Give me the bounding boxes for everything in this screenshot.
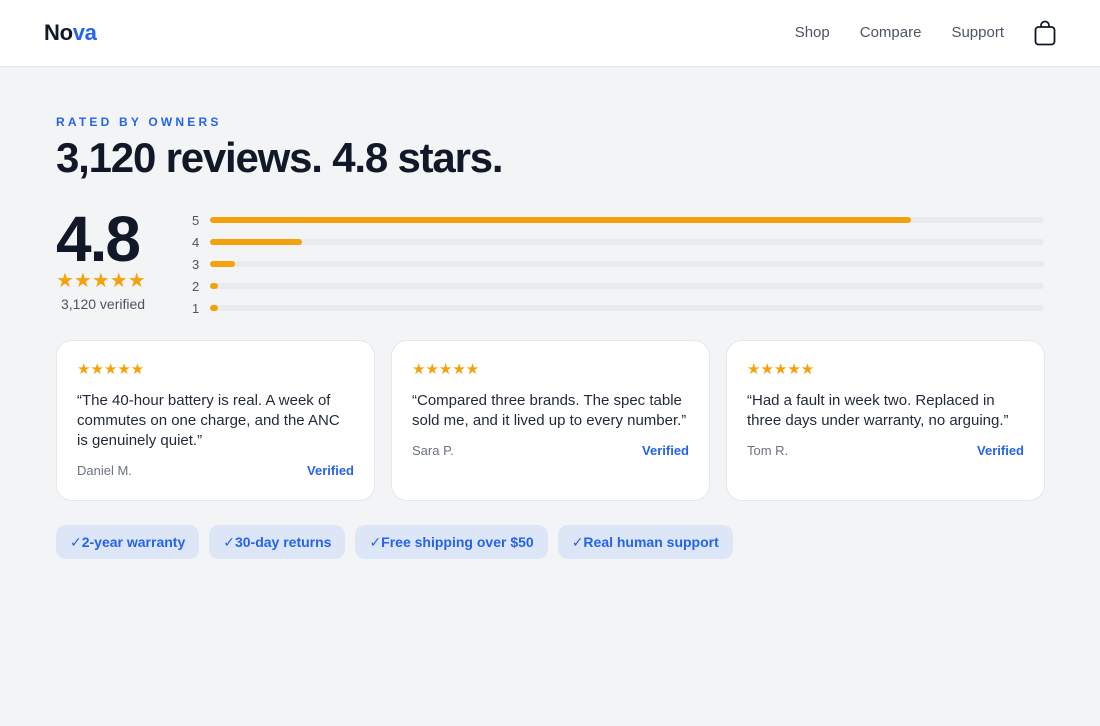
rating-row-label: 1	[192, 300, 200, 316]
review-stars-icon: ★★★★★	[412, 361, 480, 378]
brand-logo[interactable]: Nova	[44, 20, 97, 46]
rating-bar-track	[210, 239, 1044, 245]
page-title: 3,120 reviews. 4.8 stars.	[56, 134, 504, 181]
review-quote: “Compared three brands. The spec table s…	[412, 392, 687, 429]
nav-link-shop[interactable]: Shop	[795, 18, 830, 48]
review-cards: ★★★★★ “The 40-hour battery is real. A we…	[56, 340, 1045, 501]
rating-distribution: 5 4 3 2 1	[192, 209, 1044, 319]
rating-bar-fill	[210, 261, 236, 267]
rating-row-3: 3	[192, 253, 1044, 275]
verified-badge: Verified	[642, 443, 689, 458]
average-rating-stars-icon: ★★★★★	[56, 270, 146, 292]
rating-bar-track	[210, 283, 1044, 289]
chip-support: ✓Real human support	[557, 525, 733, 559]
rating-bar-track	[210, 217, 1044, 223]
average-rating-score: 4.8	[56, 203, 141, 275]
nav-link-compare[interactable]: Compare	[860, 18, 922, 48]
review-footer: Sara P. Verified	[412, 443, 689, 458]
trust-badges: ✓2-year warranty ✓30-day returns ✓Free s…	[56, 525, 743, 559]
main-nav: Shop Compare Support	[795, 18, 1056, 48]
shopping-bag-icon[interactable]	[1034, 20, 1056, 46]
review-quote: “Had a fault in week two. Replaced in th…	[747, 392, 1009, 429]
rating-bar-fill	[210, 283, 219, 289]
rating-row-1: 1	[192, 297, 1044, 319]
chip-warranty: ✓2-year warranty	[56, 525, 200, 559]
logo-text-accent: va	[72, 20, 97, 45]
review-author: Tom R.	[747, 443, 789, 458]
rating-bar-track	[210, 305, 1044, 311]
verified-badge: Verified	[977, 443, 1024, 458]
chip-shipping: ✓Free shipping over $50	[355, 525, 548, 559]
section-eyebrow: RATED BY OWNERS	[56, 115, 222, 129]
review-card: ★★★★★ “Had a fault in week two. Replaced…	[726, 340, 1045, 501]
rating-row-label: 5	[192, 212, 200, 228]
chip-returns: ✓30-day returns	[209, 525, 346, 559]
rating-row-label: 4	[192, 234, 200, 250]
verified-badge: Verified	[307, 463, 354, 478]
review-footer: Daniel M. Verified	[77, 463, 354, 478]
review-author: Sara P.	[412, 443, 454, 458]
top-navigation-bar: Nova Shop Compare Support	[0, 0, 1100, 67]
review-card: ★★★★★ “Compared three brands. The spec t…	[391, 340, 710, 501]
rating-bar-track	[210, 261, 1044, 267]
review-quote: “The 40-hour battery is real. A week of …	[77, 392, 340, 449]
rating-bar-fill	[210, 305, 219, 311]
review-card: ★★★★★ “The 40-hour battery is real. A we…	[56, 340, 375, 501]
review-stars-icon: ★★★★★	[747, 361, 815, 378]
rating-row-5: 5	[192, 209, 1044, 231]
nav-link-support[interactable]: Support	[951, 18, 1004, 48]
rating-row-2: 2	[192, 275, 1044, 297]
review-author: Daniel M.	[77, 463, 132, 478]
rating-bar-fill	[210, 217, 911, 223]
review-stars-icon: ★★★★★	[77, 361, 145, 378]
rating-bar-fill	[210, 239, 302, 245]
logo-text-main: No	[44, 20, 73, 45]
rating-row-4: 4	[192, 231, 1044, 253]
verified-review-count: 3,120 verified	[61, 296, 146, 312]
rating-row-label: 3	[192, 256, 200, 272]
rating-row-label: 2	[192, 278, 200, 294]
review-footer: Tom R. Verified	[747, 443, 1024, 458]
